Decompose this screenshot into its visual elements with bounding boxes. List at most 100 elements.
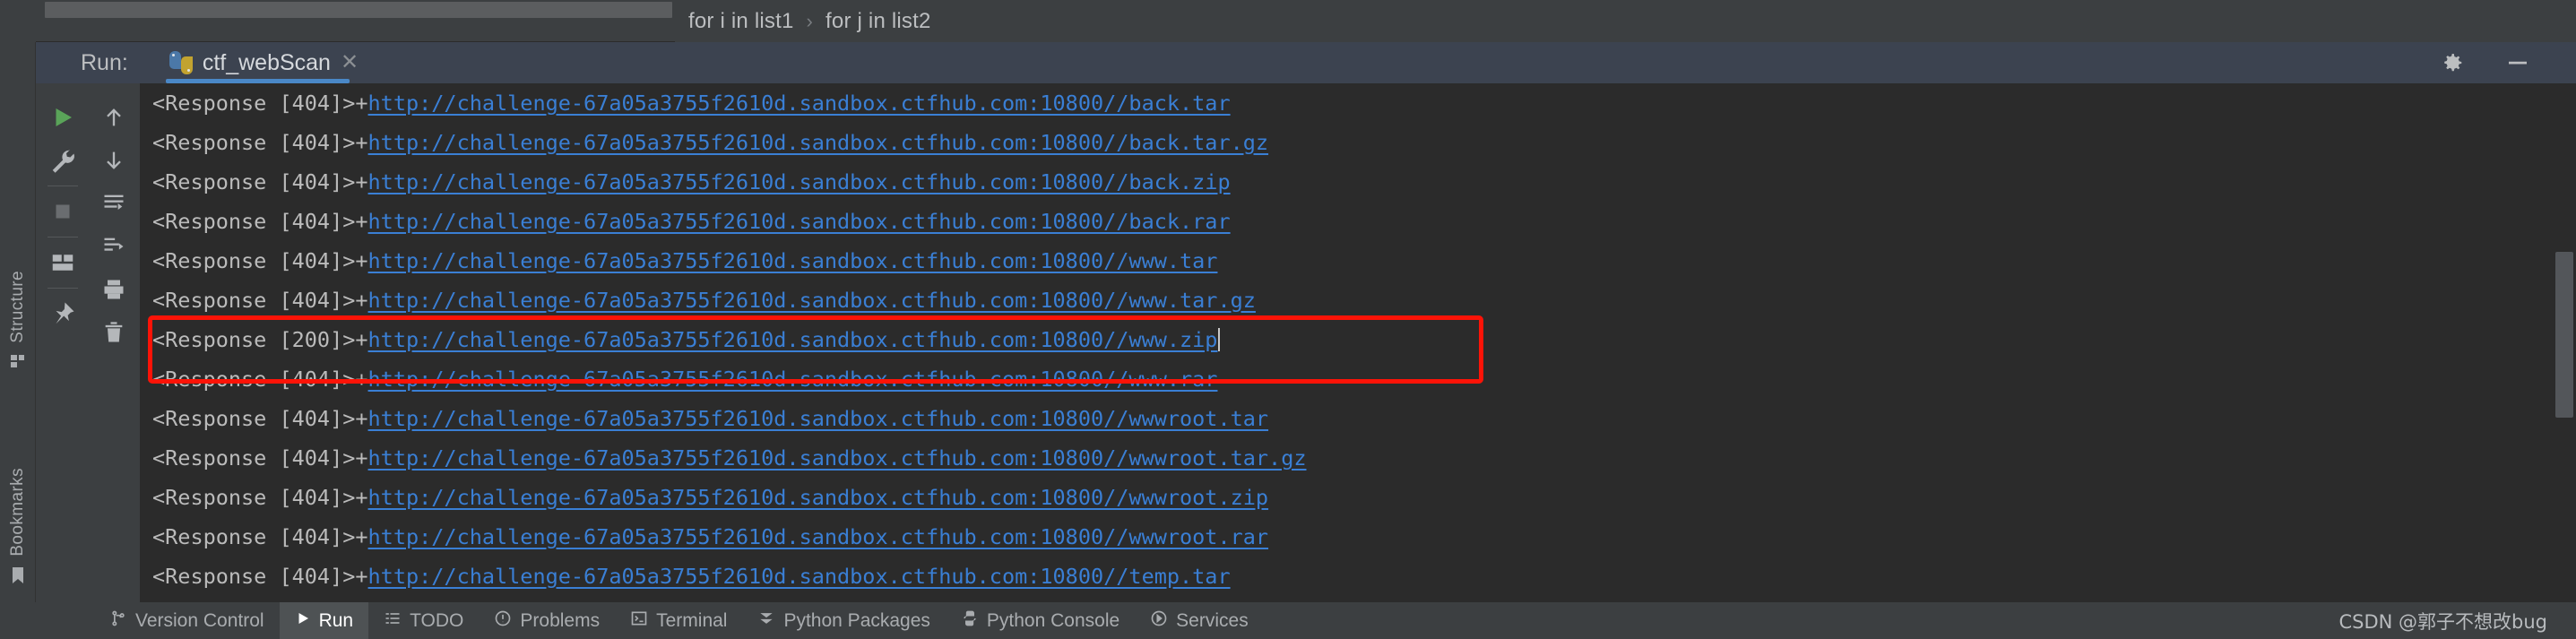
status-bar-tool-list: Version Control Run TODO Problems Terminal Py…	[0, 602, 1264, 639]
response-status-text: <Response [200]>+	[152, 327, 368, 352]
status-bar-item-label: Terminal	[656, 609, 728, 631]
status-bar-item-label: Python Packages	[783, 609, 930, 631]
console-url-link[interactable]: http://challenge-67a05a3755f2610d.sandbo…	[368, 485, 1269, 510]
console-url-link[interactable]: http://challenge-67a05a3755f2610d.sandbo…	[368, 524, 1269, 549]
response-status-text: <Response [404]>+	[152, 445, 368, 471]
run-header-actions	[2438, 49, 2576, 76]
console-line: <Response [404]>+http://challenge-67a05a…	[140, 438, 2576, 478]
status-bar-item-label: Python Console	[986, 609, 1120, 631]
run-toolbar-secondary	[88, 83, 139, 602]
console-url-link[interactable]: http://challenge-67a05a3755f2610d.sandbo…	[368, 406, 1269, 431]
gear-icon[interactable]	[2438, 49, 2465, 76]
branch-icon	[109, 609, 127, 633]
editor-breadcrumb-strip: for i in list1 › for j in list2	[0, 0, 2576, 42]
close-icon[interactable]: ✕	[341, 52, 359, 73]
response-status-text: <Response [404]>+	[152, 524, 368, 549]
console-line: <Response [404]>+http://challenge-67a05a…	[140, 241, 2576, 281]
console-url-link[interactable]: http://challenge-67a05a3755f2610d.sandbo…	[368, 91, 1231, 116]
run-tool-window-header: Run: ctf_webScan ✕	[36, 42, 2576, 83]
minimize-icon[interactable]	[2504, 49, 2531, 76]
run-console-output[interactable]: <Response [404]>+http://challenge-67a05a…	[140, 83, 2576, 602]
console-line: <Response [404]>+http://challenge-67a05a…	[140, 517, 2576, 557]
console-scrollbar-track[interactable]	[2549, 83, 2576, 602]
console-url-link[interactable]: http://challenge-67a05a3755f2610d.sandbo…	[368, 327, 1218, 352]
run-label: Run:	[81, 49, 128, 75]
status-bar-item-terminal[interactable]: Terminal	[615, 602, 742, 639]
status-bar-item-services[interactable]: Services	[1135, 602, 1264, 639]
console-url-link[interactable]: http://challenge-67a05a3755f2610d.sandbo…	[368, 445, 1307, 471]
trash-icon[interactable]	[92, 311, 135, 354]
status-bar-item-todo[interactable]: TODO	[368, 602, 479, 639]
console-scrollbar-thumb[interactable]	[2555, 252, 2573, 418]
sidebar-item-structure[interactable]: Structure	[0, 271, 36, 375]
status-bar-item-python-packages[interactable]: Python Packages	[742, 602, 945, 639]
status-bar-item-version-control[interactable]: Version Control	[94, 602, 280, 639]
wrench-icon[interactable]	[41, 139, 84, 182]
console-url-link[interactable]: http://challenge-67a05a3755f2610d.sandbo…	[368, 367, 1218, 392]
status-bar-item-label: Run	[318, 609, 354, 631]
console-line-list: <Response [404]>+http://challenge-67a05a…	[140, 83, 2576, 596]
top-left-gutter	[0, 0, 36, 42]
status-bar-item-label: Version Control	[135, 609, 264, 631]
response-status-text: <Response [404]>+	[152, 169, 368, 194]
python-icon	[169, 51, 193, 74]
response-status-text: <Response [404]>+	[152, 485, 368, 510]
arrow-down-icon[interactable]	[92, 139, 135, 182]
layout-icon[interactable]	[41, 241, 84, 284]
status-bar-item-python-console[interactable]: Python Console	[946, 602, 1135, 639]
response-status-text: <Response [404]>+	[152, 209, 368, 234]
pycharm-window: for i in list1 › for j in list2 Run: ctf…	[0, 0, 2576, 639]
response-status-text: <Response [404]>+	[152, 406, 368, 431]
status-bar-item-label: Services	[1176, 609, 1249, 631]
response-status-text: <Response [404]>+	[152, 130, 368, 155]
pin-icon[interactable]	[41, 292, 84, 335]
console-line: <Response [404]>+http://challenge-67a05a…	[140, 83, 2576, 123]
sidebar-item-bookmarks[interactable]: Bookmarks	[0, 468, 36, 590]
console-line: <Response [404]>+http://challenge-67a05a…	[140, 557, 2576, 596]
run-tab-ctf-webscan[interactable]: ctf_webScan ✕	[165, 42, 362, 83]
error-icon	[494, 609, 512, 633]
status-bar-item-problems[interactable]: Problems	[479, 602, 615, 639]
console-url-link[interactable]: http://challenge-67a05a3755f2610d.sandbo…	[368, 564, 1231, 589]
packages-icon	[757, 609, 775, 633]
console-line: <Response [404]>+http://challenge-67a05a…	[140, 162, 2576, 202]
toolbar-divider	[47, 288, 78, 289]
response-status-text: <Response [404]>+	[152, 288, 368, 313]
status-bar-item-run[interactable]: Run	[279, 602, 369, 639]
bookmark-icon	[9, 566, 27, 590]
structure-icon	[9, 352, 27, 375]
console-line: <Response [200]>+http://challenge-67a05a…	[140, 320, 2576, 359]
console-line: <Response [404]>+http://challenge-67a05a…	[140, 123, 2576, 162]
console-url-link[interactable]: http://challenge-67a05a3755f2610d.sandbo…	[368, 288, 1256, 313]
console-url-link[interactable]: http://challenge-67a05a3755f2610d.sandbo…	[368, 248, 1218, 273]
run-icon[interactable]	[41, 96, 84, 139]
left-tool-window-bar: Structure Bookmarks	[0, 42, 36, 602]
console-line: <Response [404]>+http://challenge-67a05a…	[140, 399, 2576, 438]
print-icon[interactable]	[92, 268, 135, 311]
text-caret	[1218, 328, 1221, 351]
console-line: <Response [404]>+http://challenge-67a05a…	[140, 281, 2576, 320]
status-bar-item-label: TODO	[410, 609, 464, 631]
arrow-up-icon[interactable]	[92, 96, 135, 139]
scroll-to-end-icon[interactable]	[92, 225, 135, 268]
list-icon	[384, 609, 402, 633]
chevron-right-icon: ›	[806, 9, 814, 32]
console-line: <Response [404]>+http://challenge-67a05a…	[140, 478, 2576, 517]
run-toolbar-primary	[37, 83, 88, 602]
watermark: CSDN @郭子不想改bug	[2338, 610, 2547, 633]
stop-icon[interactable]	[41, 190, 84, 233]
soft-wrap-icon[interactable]	[92, 182, 135, 225]
response-status-text: <Response [404]>+	[152, 564, 368, 589]
breadcrumb: for i in list1 › for j in list2	[688, 0, 931, 42]
console-line: <Response [404]>+http://challenge-67a05a…	[140, 359, 2576, 399]
response-status-text: <Response [404]>+	[152, 91, 368, 116]
python-console-icon	[961, 609, 979, 633]
response-status-text: <Response [404]>+	[152, 248, 368, 273]
run-tab-label: ctf_webScan	[202, 49, 331, 75]
breadcrumb-item-0[interactable]: for i in list1	[688, 9, 794, 34]
console-url-link[interactable]: http://challenge-67a05a3755f2610d.sandbo…	[368, 169, 1231, 194]
editor-horizontal-scrollbar[interactable]	[45, 2, 672, 18]
console-url-link[interactable]: http://challenge-67a05a3755f2610d.sandbo…	[368, 209, 1231, 234]
breadcrumb-item-1[interactable]: for j in list2	[826, 9, 931, 34]
console-url-link[interactable]: http://challenge-67a05a3755f2610d.sandbo…	[368, 130, 1269, 155]
